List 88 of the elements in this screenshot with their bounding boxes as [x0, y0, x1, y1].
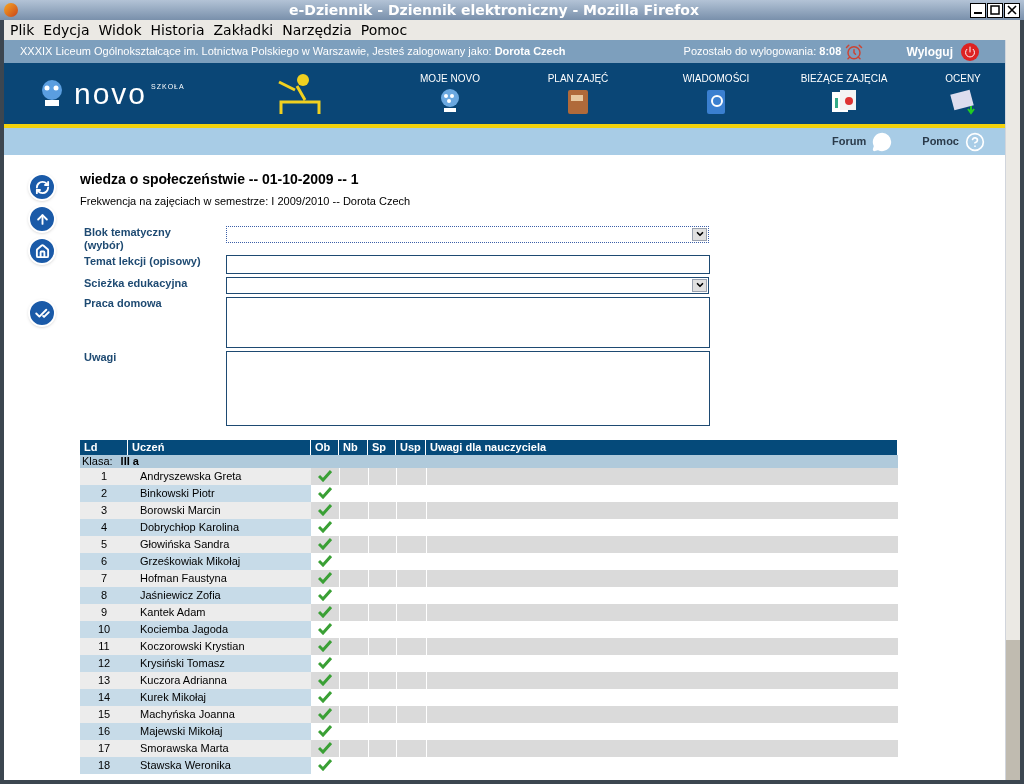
field-label: Uwagi	[83, 350, 118, 365]
menu-item[interactable]: Edycja	[43, 20, 90, 41]
field-label: Blok tematyczny (wybór)	[83, 225, 172, 252]
lesson-title: wiedza o społeczeństwie -- 01-10-2009 -- 1	[80, 170, 360, 189]
select-field[interactable]	[226, 276, 709, 294]
nav-button[interactable]: BIEŻĄCE ZAJĘCIA	[789, 71, 899, 116]
window-title: e-Dziennik - Dziennik elektroniczny - Mozilla Firefox	[287, 0, 700, 20]
minimize-button[interactable]	[970, 2, 986, 18]
group-label: Klasa:	[82, 454, 113, 468]
school-info: XXXIX Liceum Ogólnokształcące im. Lotnictwa Polskiego w Warszawie, Jesteś zalogowany jako: Dorota Czech	[20, 44, 566, 60]
menu-item[interactable]: Widok	[98, 20, 142, 41]
power-icon[interactable]	[961, 42, 979, 61]
attendance-cell[interactable]	[368, 501, 396, 519]
text-area[interactable]	[226, 350, 710, 426]
field-label: Temat lekcji (opisowy)	[83, 254, 202, 269]
attendance-cell[interactable]	[368, 637, 396, 655]
attendance-cell[interactable]	[339, 501, 368, 519]
nav-button[interactable]: OCENY	[933, 71, 993, 116]
column-header: Usp	[396, 439, 426, 455]
attendance-cell[interactable]	[368, 535, 396, 553]
up-button[interactable]	[28, 205, 56, 233]
attendance-cell[interactable]	[396, 603, 426, 621]
speech-bubble-icon[interactable]	[872, 131, 893, 152]
nav-button[interactable]: WIADOMOŚCI	[671, 71, 761, 116]
attendance-cell[interactable]	[368, 603, 396, 621]
column-header: Nb	[339, 439, 368, 455]
attendance-cell[interactable]	[311, 501, 339, 519]
close-button[interactable]	[1004, 2, 1020, 18]
menu-item[interactable]: Historia	[150, 20, 205, 41]
menu-item[interactable]: Plik	[10, 20, 35, 41]
column-header: Ld	[80, 439, 128, 455]
attendance-cell[interactable]	[396, 535, 426, 553]
refresh-icon	[34, 179, 50, 195]
attendance-cell[interactable]	[339, 705, 368, 723]
nav-button[interactable]: PLAN ZAJĘĆ	[533, 71, 623, 116]
menu-item[interactable]: Pomoc	[360, 20, 408, 41]
alarm-clock-icon	[845, 42, 864, 61]
attendance-cell[interactable]	[311, 671, 339, 689]
column-header: Uwagi dla nauczyciela	[426, 439, 898, 455]
attendance-cell[interactable]	[368, 569, 396, 587]
attendance-cell[interactable]	[311, 637, 339, 655]
column-header: Sp	[368, 439, 396, 455]
class-name: III a	[120, 454, 139, 468]
nav-button[interactable]: MOJE NOVO	[417, 71, 483, 116]
attendance-cell[interactable]	[339, 535, 368, 553]
session-timer: Pozostało do wylogowania: 8:08	[683, 44, 842, 60]
attendance-cell[interactable]	[396, 637, 426, 655]
minimize-icon	[974, 12, 982, 14]
input-field[interactable]	[226, 254, 710, 274]
menu-item[interactable]: Zakładki	[213, 20, 274, 41]
maximize-icon	[990, 5, 1000, 15]
attendance-cell[interactable]	[311, 705, 339, 723]
maximize-button[interactable]	[987, 2, 1003, 18]
help-icon[interactable]	[965, 131, 985, 152]
select-field[interactable]	[226, 225, 709, 243]
lesson-subtitle: Frekwencja na zajęciach w semestrze: I 2009/2010 -- Dorota Czech	[80, 194, 412, 209]
scrollbar[interactable]	[1005, 40, 1020, 780]
column-header: Uczeń	[128, 439, 311, 455]
attendance-cell[interactable]	[339, 637, 368, 655]
attendance-cell[interactable]	[339, 739, 368, 757]
approve-button[interactable]	[28, 299, 56, 327]
close-icon	[1007, 5, 1017, 15]
field-label: Scieżka edukacyjna	[83, 276, 189, 291]
attendance-cell[interactable]	[368, 705, 396, 723]
attendance-cell[interactable]	[311, 739, 339, 757]
attendance-cell[interactable]	[311, 569, 339, 587]
attendance-cell[interactable]	[396, 501, 426, 519]
attendance-cell[interactable]	[396, 705, 426, 723]
column-header: Ob	[311, 439, 339, 455]
menu-item[interactable]: Narzędzia	[282, 20, 352, 41]
attendance-cell[interactable]	[396, 569, 426, 587]
forum-link[interactable]: Forum	[832, 133, 867, 150]
attendance-cell[interactable]	[339, 671, 368, 689]
attendance-cell[interactable]	[339, 603, 368, 621]
refresh-button[interactable]	[28, 173, 56, 201]
help-link[interactable]: Pomoc	[922, 133, 959, 150]
home-button[interactable]	[28, 237, 56, 265]
field-label: Praca domowa	[83, 296, 163, 311]
home-icon	[34, 243, 50, 259]
attendance-cell[interactable]	[368, 739, 396, 757]
firefox-icon	[4, 3, 18, 17]
attendance-cell[interactable]	[396, 739, 426, 757]
attendance-cell[interactable]	[368, 671, 396, 689]
attendance-cell[interactable]	[311, 535, 339, 553]
attendance-cell[interactable]	[396, 671, 426, 689]
text-area[interactable]	[226, 296, 710, 348]
attendance-cell[interactable]	[311, 603, 339, 621]
attendance-cell[interactable]	[339, 569, 368, 587]
